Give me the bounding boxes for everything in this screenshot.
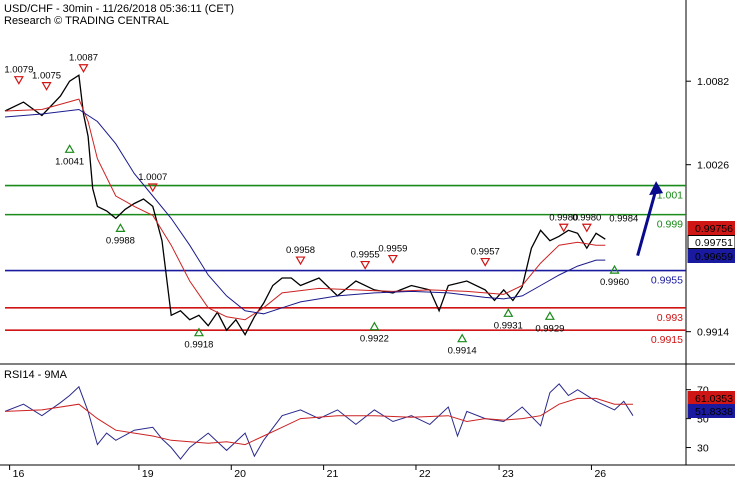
rsi-ma-line: [4, 397, 633, 446]
trough-label: 0.9914: [448, 346, 477, 357]
price-line: [4, 74, 606, 337]
price-tag-label: 0.99659: [695, 251, 733, 263]
peak-label: 0.9955: [351, 250, 380, 261]
peak-label: 1.0007: [138, 172, 167, 183]
x-tick-label: 22: [419, 468, 431, 480]
rsi-panel-label: RSI14 - 9MA: [4, 369, 68, 381]
forecast-arrow: [636, 188, 658, 257]
trough-label: 0.9922: [360, 334, 389, 345]
trough-marker: [115, 223, 126, 232]
x-tick-label: 23: [502, 468, 514, 480]
series-layer: [4, 74, 664, 337]
trough-marker: [609, 264, 620, 274]
peak-label: 1.0079: [4, 65, 33, 76]
rsi-layer: [4, 383, 634, 460]
price-tags: 0.99756 0.99751 0.99659: [687, 221, 735, 263]
x-tick-label: 19: [142, 468, 154, 480]
peak-marker: [41, 82, 52, 91]
rsi-line: [4, 383, 634, 460]
forecast-arrowhead: [649, 181, 664, 196]
peak-label: 1.0075: [32, 71, 61, 82]
trough-label: 0.9929: [535, 323, 564, 334]
rsi-tag-label: 51.8338: [695, 406, 733, 418]
peak-marker: [360, 260, 371, 270]
peak-marker: [581, 223, 592, 233]
peak-label: 0.9957: [471, 247, 500, 258]
trough-label: 0.9988: [106, 235, 135, 246]
trough-marker: [64, 144, 75, 153]
peak-marker: [78, 64, 89, 73]
trough-marker: [544, 311, 555, 320]
y-tick-label: 1.0082: [697, 76, 729, 88]
chart-source: Research © TRADING CENTRAL: [4, 15, 169, 27]
price-tag-label: 0.99756: [695, 223, 733, 235]
x-tick-label: 21: [327, 468, 339, 480]
rsi-axis: 70503061.035351.8338: [686, 385, 735, 455]
chart: USD/CHF - 30min - 11/26/2018 05:36:11 (C…: [0, 0, 735, 480]
time-axis: 16 19 20 21 22 23 26: [9, 465, 606, 480]
peak-label: 0.9980: [572, 212, 601, 223]
peak-marker: [558, 223, 569, 233]
trough-marker: [503, 308, 514, 317]
trough-marker: [369, 321, 380, 331]
trough-label: 0.9918: [184, 340, 213, 351]
annotations-layer: 1.00791.0075 1.0087 1.0041 1.0007 0.9988 0.99…: [4, 53, 638, 357]
chart-title: USD/CHF - 30min - 11/26/2018 05:36:11 (C…: [4, 3, 234, 15]
peak-marker: [295, 256, 306, 266]
y-tick-label: 1.0026: [697, 160, 729, 172]
x-tick-label: 16: [13, 468, 25, 480]
peak-label: 1.0087: [69, 53, 98, 64]
x-tick-label: 26: [594, 468, 606, 480]
rsi-tag-label: 61.0353: [695, 393, 733, 405]
price-label: 0.9984: [609, 213, 638, 224]
ma-fast-line: [4, 98, 606, 321]
level-label: 0.993: [657, 312, 683, 324]
y-tick-label: 0.9914: [697, 327, 729, 339]
price-tag-label: 0.99751: [695, 237, 733, 249]
peak-label: 0.9959: [378, 244, 407, 255]
price-axis: 1.0082 1.0026 0.9914: [686, 76, 729, 339]
trough-label: 0.9960: [600, 277, 629, 288]
level-label: 0.999: [657, 219, 683, 231]
x-tick-label: 20: [234, 468, 246, 480]
peak-label: 0.9958: [286, 245, 315, 256]
levels-layer: 1.0010.9990.99550.9930.9915: [5, 184, 686, 346]
peak-marker: [387, 254, 398, 264]
level-label: 0.9915: [651, 334, 683, 346]
trough-label: 1.0041: [55, 156, 84, 167]
trough-label: 0.9931: [494, 320, 523, 331]
rsi-y-tick-label: 30: [697, 443, 709, 455]
trough-marker: [457, 333, 468, 343]
peak-marker: [13, 76, 24, 85]
level-label: 0.9955: [651, 275, 683, 287]
peak-marker: [480, 257, 491, 267]
